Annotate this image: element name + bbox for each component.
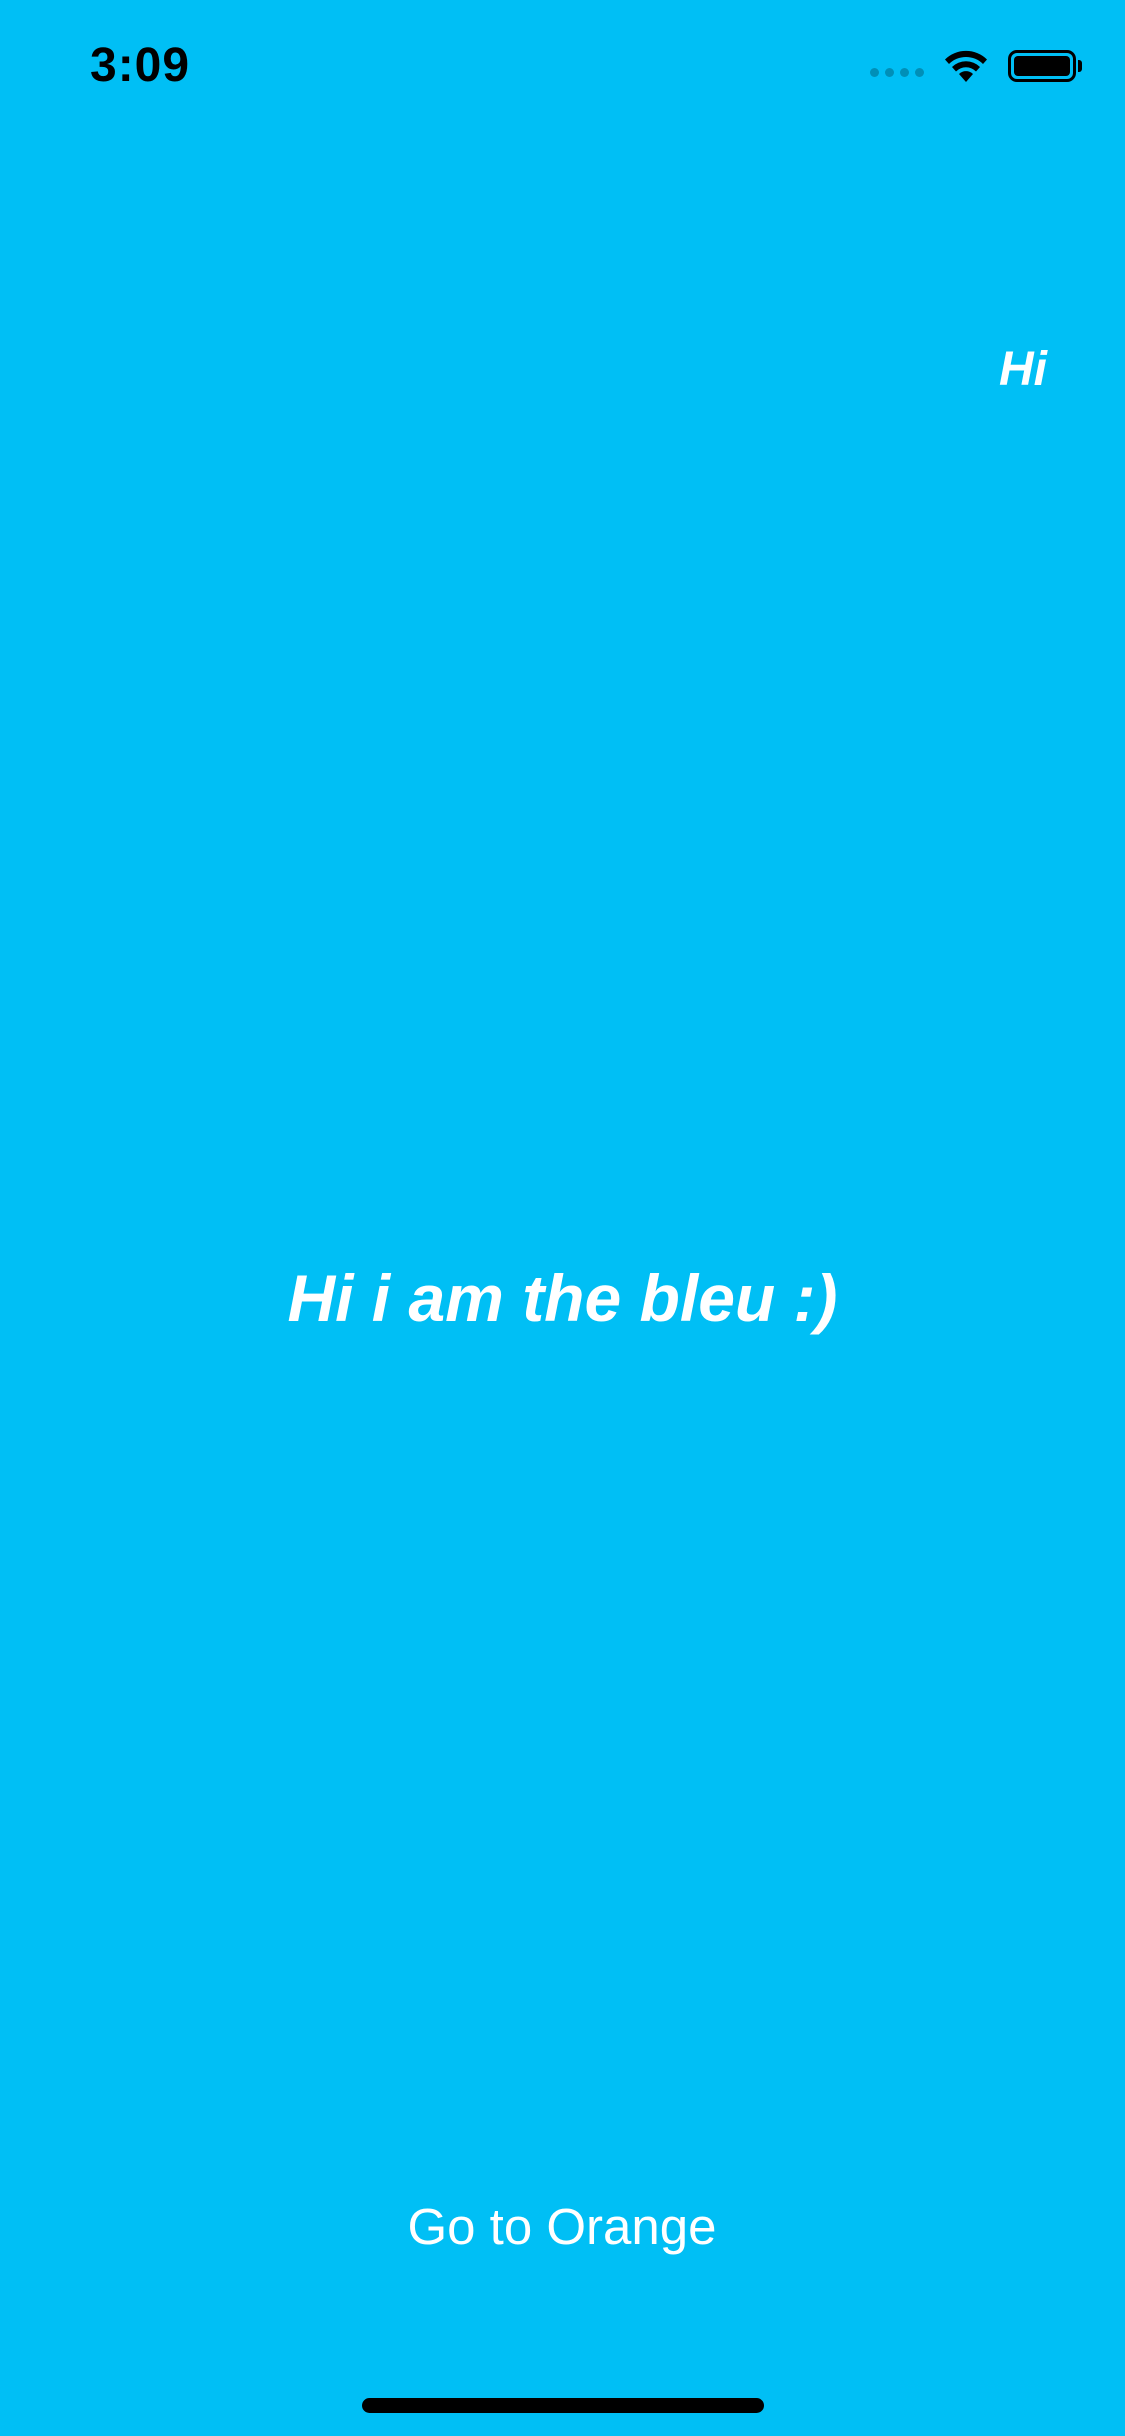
wifi-icon: [942, 48, 990, 84]
status-icons: [870, 48, 1082, 84]
battery-icon: [1008, 50, 1082, 82]
status-bar: 3:09: [0, 0, 1125, 140]
status-time: 3:09: [90, 39, 191, 92]
corner-hi-label: Hi: [999, 343, 1047, 396]
battery-cap: [1078, 60, 1082, 72]
battery-body: [1008, 50, 1076, 82]
main-greeting-label: Hi i am the bleu :): [287, 1261, 838, 1335]
home-indicator[interactable]: [362, 2398, 764, 2413]
battery-fill: [1014, 56, 1070, 76]
signal-dots-icon: [870, 67, 924, 77]
go-to-orange-button[interactable]: Go to Orange: [362, 2185, 762, 2267]
